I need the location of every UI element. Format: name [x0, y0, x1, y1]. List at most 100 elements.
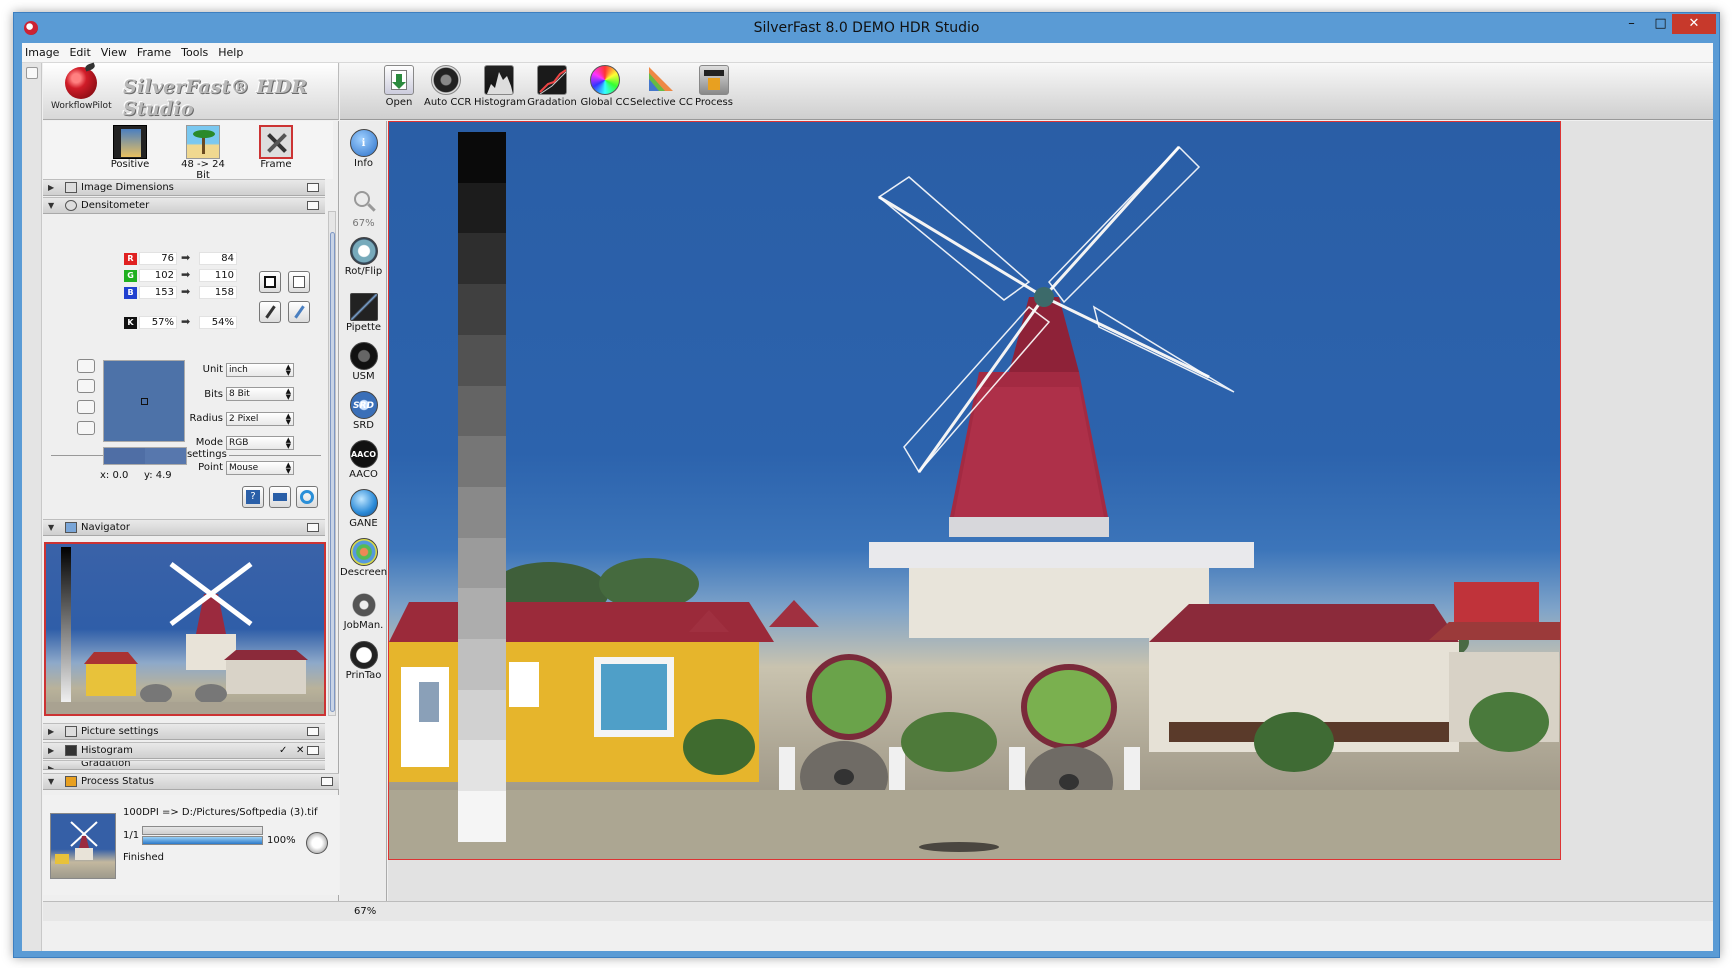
- point-select[interactable]: Mouse ▲ ▼: [226, 461, 294, 475]
- sample-area-button[interactable]: [288, 271, 310, 293]
- measure-tool-icon[interactable]: [77, 400, 95, 414]
- reset-x-icon[interactable]: ✕: [296, 743, 304, 758]
- title-bar[interactable]: SilverFast 8.0 DEMO HDR Studio – □ ✕: [14, 13, 1719, 43]
- collapse-arrow-icon[interactable]: ▼: [48, 774, 54, 789]
- menu-edit[interactable]: Edit: [64, 43, 95, 59]
- workflow-pilot-icon[interactable]: [65, 67, 97, 99]
- select-value: inch: [229, 365, 248, 375]
- mode-select[interactable]: RGB ▲ ▼: [226, 436, 294, 450]
- section-navigator[interactable]: ▼ Navigator: [43, 519, 325, 536]
- toolbar-open-button[interactable]: Open: [384, 65, 414, 108]
- popout-icon[interactable]: [307, 746, 319, 755]
- section-picture-settings[interactable]: ▶ Picture settings: [43, 723, 325, 740]
- tool-label: Descreen: [340, 567, 388, 578]
- toolbar-auto-ccr-button[interactable]: Auto CCR: [424, 65, 471, 108]
- toolbar-process-button[interactable]: Process: [694, 65, 734, 108]
- stepper-icon: ▲ ▼: [285, 436, 291, 450]
- bit-depth-button[interactable]: 48 -> 24 Bit: [173, 125, 233, 181]
- menu-frame[interactable]: Frame: [132, 43, 176, 59]
- check-icon[interactable]: ✓: [279, 743, 287, 758]
- section-process-status[interactable]: ▼ Process Status: [43, 773, 339, 790]
- popout-icon[interactable]: [321, 777, 333, 786]
- popout-icon[interactable]: [307, 183, 319, 192]
- menu-help[interactable]: Help: [213, 43, 248, 59]
- gray-step: [458, 284, 506, 335]
- unit-select[interactable]: inch ▲ ▼: [226, 363, 294, 377]
- aaco-button[interactable]: AACO AACO: [340, 440, 387, 480]
- quick-label: Frame: [260, 159, 292, 170]
- scan-preview-image[interactable]: [388, 121, 1561, 860]
- quick-label: 48 -> 24 Bit: [181, 159, 225, 181]
- menu-view[interactable]: View: [96, 43, 132, 59]
- sample-point-button[interactable]: [259, 271, 281, 293]
- learn-button[interactable]: [269, 486, 291, 508]
- gutter-icon[interactable]: [26, 67, 38, 79]
- radius-select[interactable]: 2 Pixel ▲ ▼: [226, 412, 294, 426]
- pipette-clear-button[interactable]: [288, 301, 310, 323]
- target-area-icon: [293, 276, 305, 288]
- zoom-button[interactable]: 67%: [340, 189, 387, 229]
- pipette-icon: [264, 305, 276, 319]
- measure-tool-icon[interactable]: [77, 421, 95, 435]
- close-button[interactable]: ✕: [1672, 14, 1716, 34]
- measure-tool-icon[interactable]: [77, 379, 95, 393]
- image-canvas[interactable]: [388, 121, 1713, 901]
- pipette-set-button[interactable]: [259, 301, 281, 323]
- navigator-preview[interactable]: [44, 542, 326, 716]
- srd-button[interactable]: SRD SRD: [340, 391, 387, 431]
- popout-icon[interactable]: [307, 201, 319, 210]
- scrollbar-thumb[interactable]: [330, 232, 335, 712]
- tool-label: Info: [354, 158, 373, 169]
- expand-arrow-icon[interactable]: ▶: [48, 724, 54, 739]
- left-panel-scrollbar[interactable]: [328, 211, 336, 716]
- menu-image[interactable]: Image: [22, 43, 64, 59]
- progress-bar: [142, 836, 263, 845]
- popout-icon[interactable]: [307, 727, 319, 736]
- gane-button[interactable]: GANE: [340, 489, 387, 529]
- info-icon: i: [349, 129, 378, 157]
- toolbar-gradation-button[interactable]: Gradation: [527, 65, 577, 108]
- info-button[interactable]: i Info: [340, 129, 387, 169]
- section-densitometer[interactable]: ▼ Densitometer: [43, 197, 325, 214]
- pipette-button[interactable]: Pipette: [340, 293, 387, 333]
- usm-button[interactable]: USM: [340, 342, 387, 382]
- toolbar-histogram-button[interactable]: Histogram: [474, 65, 526, 108]
- collapse-arrow-icon[interactable]: ▼: [48, 520, 54, 535]
- toolbar-selective-cc-button[interactable]: Selective CC: [630, 65, 693, 108]
- status-zoom-level: 67%: [354, 906, 377, 917]
- gray-step: [458, 791, 506, 842]
- positive-button[interactable]: Positive: [105, 125, 155, 170]
- quicktime-button[interactable]: [296, 486, 318, 508]
- printao-button[interactable]: PrinTao: [340, 641, 387, 681]
- job-details-button[interactable]: [306, 832, 328, 854]
- popout-icon[interactable]: [307, 523, 319, 532]
- select-value: Mouse: [229, 463, 259, 473]
- section-gradation[interactable]: ▶ Gradation: [43, 760, 325, 770]
- menu-tools[interactable]: Tools: [176, 43, 213, 59]
- minimize-button[interactable]: –: [1617, 14, 1646, 34]
- section-title: Histogram: [81, 745, 133, 756]
- maximize-button[interactable]: □: [1646, 14, 1675, 34]
- g-in-value: 102: [139, 269, 177, 282]
- beach-icon: [186, 125, 220, 159]
- expand-arrow-icon[interactable]: ▶: [48, 180, 54, 195]
- arrow-right-icon: ➡: [181, 285, 191, 298]
- gray-step: [458, 689, 506, 741]
- expand-arrow-icon[interactable]: ▶: [48, 743, 54, 758]
- collapse-arrow-icon[interactable]: ▼: [48, 198, 54, 213]
- section-image-dimensions[interactable]: ▶ Image Dimensions: [43, 179, 325, 196]
- measure-tool-icon[interactable]: [77, 359, 95, 373]
- frame-button[interactable]: Frame: [253, 125, 299, 170]
- progress-fill: [143, 827, 262, 834]
- help-button[interactable]: ?: [242, 486, 264, 508]
- descreen-button[interactable]: Descreen: [340, 538, 387, 578]
- workflow-pilot-label[interactable]: WorkflowPilot: [51, 101, 112, 111]
- quicktime-icon: [300, 490, 314, 504]
- bits-select[interactable]: 8 Bit ▲ ▼: [226, 387, 294, 401]
- expand-arrow-icon[interactable]: ▶: [48, 761, 54, 769]
- section-histogram[interactable]: ▶ Histogram ✓ ✕: [43, 742, 325, 759]
- section-title: Process Status: [81, 776, 154, 787]
- toolbar-global-cc-button[interactable]: Global CC: [580, 65, 630, 108]
- rotate-flip-button[interactable]: Rot/Flip: [340, 237, 387, 277]
- job-manager-button[interactable]: JobMan.: [340, 591, 387, 631]
